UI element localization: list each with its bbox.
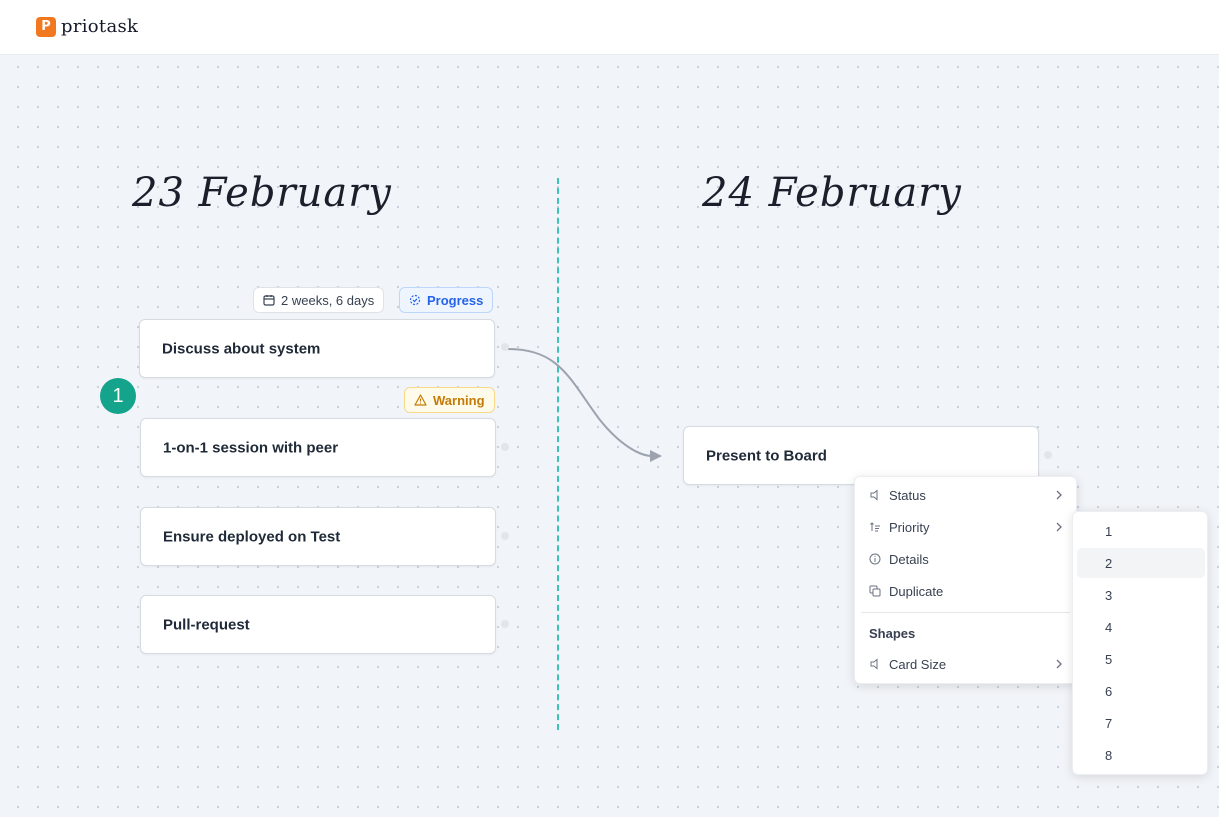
status-tag[interactable]: Progress xyxy=(399,287,494,313)
menu-item-details[interactable]: Details xyxy=(855,545,1076,573)
menu-section-heading: Shapes xyxy=(869,626,916,641)
duration-label: 2 weeks, 6 days xyxy=(281,292,375,308)
status-icon xyxy=(870,489,878,501)
priority-option-5[interactable]: 5 xyxy=(1077,644,1205,674)
menu-item-label: Card Size xyxy=(889,656,947,672)
menu-item-duplicate[interactable]: Duplicate xyxy=(855,577,1076,605)
menu-item-priority[interactable]: Priority xyxy=(855,513,1076,541)
status-label: Progress xyxy=(427,292,484,308)
connection-handle[interactable] xyxy=(501,532,509,540)
priority-option-3[interactable]: 3 xyxy=(1077,580,1205,610)
priority-option-4[interactable]: 4 xyxy=(1077,612,1205,642)
task-card-label: Present to Board xyxy=(706,447,827,464)
warning-tag[interactable]: Warning xyxy=(404,387,495,413)
menu-separator xyxy=(861,612,1070,613)
card-size-icon xyxy=(870,658,878,670)
menu-item-status[interactable]: Status xyxy=(855,481,1076,509)
connection-handle[interactable] xyxy=(501,620,509,628)
menu-item-card-size[interactable]: Card Size xyxy=(855,650,1076,678)
task-card[interactable]: Pull-request xyxy=(140,595,496,654)
priority-option-8[interactable]: 8 xyxy=(1077,740,1205,770)
priority-option-2[interactable]: 2 xyxy=(1077,548,1205,578)
task-card-label: 1-on-1 session with peer xyxy=(163,439,339,456)
task-card-label: Pull-request xyxy=(163,616,250,633)
connector-arrow xyxy=(507,348,662,462)
progress-icon xyxy=(409,294,421,306)
menu-item-label: Priority xyxy=(889,519,930,535)
info-icon xyxy=(869,553,881,565)
connection-handle[interactable] xyxy=(501,343,509,351)
count-badge[interactable]: 1 xyxy=(100,378,136,414)
task-card[interactable]: 1-on-1 session with peer xyxy=(140,418,496,477)
priority-option-1[interactable]: 1 xyxy=(1077,516,1205,546)
task-card[interactable]: Ensure deployed on Test xyxy=(140,507,496,566)
menu-item-label: Details xyxy=(889,551,929,567)
chevron-right-icon xyxy=(1056,522,1062,532)
task-card-label: Discuss about system xyxy=(162,340,321,357)
card-context-menu: Status Priority Details Duplicate Shapes… xyxy=(854,476,1077,684)
duplicate-icon xyxy=(869,585,881,597)
priority-submenu: 1 2 3 4 5 6 7 8 xyxy=(1072,511,1208,775)
chevron-right-icon xyxy=(1056,490,1062,500)
warning-icon xyxy=(414,394,427,406)
connection-handle[interactable] xyxy=(1044,451,1052,459)
priority-option-7[interactable]: 7 xyxy=(1077,708,1205,738)
duration-tag[interactable]: 2 weeks, 6 days xyxy=(253,287,385,313)
task-card-label: Ensure deployed on Test xyxy=(163,528,341,545)
menu-item-label: Duplicate xyxy=(889,583,944,599)
calendar-icon xyxy=(263,295,275,306)
chevron-right-icon xyxy=(1056,659,1062,669)
warning-label: Warning xyxy=(433,392,485,408)
connection-handle[interactable] xyxy=(501,443,509,451)
task-card[interactable]: Discuss about system xyxy=(139,319,495,378)
menu-item-label: Status xyxy=(889,487,926,503)
priority-icon xyxy=(870,522,880,532)
priority-option-6[interactable]: 6 xyxy=(1077,676,1205,706)
